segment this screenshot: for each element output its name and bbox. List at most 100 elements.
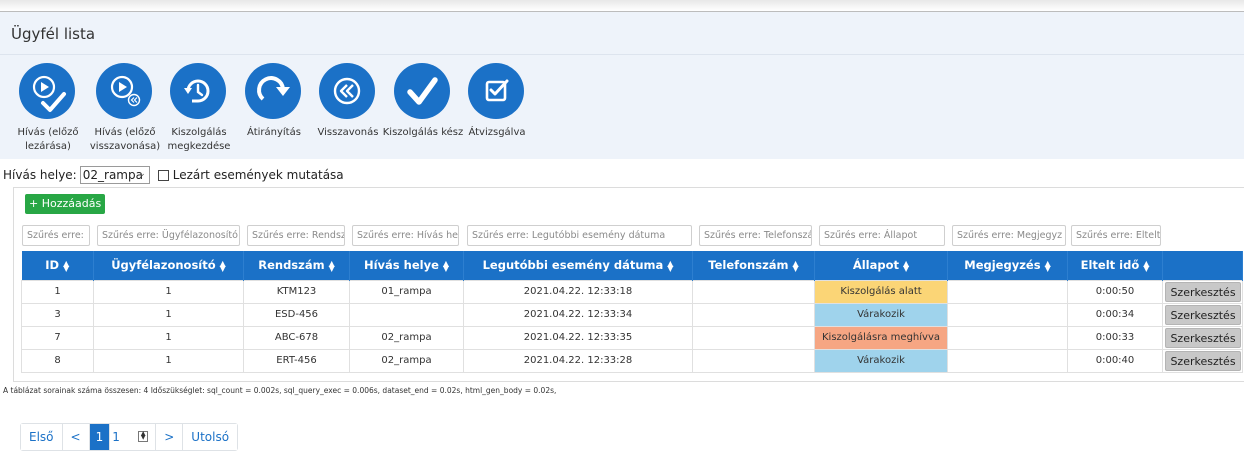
sort-icon: ▲ ▼ bbox=[442, 258, 450, 273]
edit-button[interactable]: Szerkesztés bbox=[1165, 327, 1241, 348]
service-done-button[interactable]: Kiszolgálás kész bbox=[383, 63, 463, 159]
cell-customer: 1 bbox=[93, 302, 244, 327]
filter-input-location[interactable]: Szűrés erre: Hívás he bbox=[352, 225, 459, 246]
location-select[interactable]: 02_rampa ⌄ bbox=[79, 166, 150, 184]
cell-date: 2021.04.22. 12:33:35 bbox=[463, 325, 693, 350]
table-row[interactable]: 8 1 ERT-456 02_rampa 2021.04.22. 12:33:2… bbox=[21, 348, 1243, 373]
cell-elapsed: 0:00:34 bbox=[1067, 302, 1163, 327]
status-badge: Kiszolgálás alatt bbox=[814, 279, 948, 304]
cell-plate: ABC-678 bbox=[243, 325, 350, 350]
cell-location: 02_rampa bbox=[349, 325, 464, 350]
location-select-value: 02_rampa bbox=[82, 168, 143, 182]
cell-elapsed: 0:00:33 bbox=[1067, 325, 1163, 350]
cell-id: 3 bbox=[21, 302, 94, 327]
pager-first-button[interactable]: Első bbox=[21, 424, 63, 450]
title-bar: Ügyfél lista bbox=[0, 12, 1244, 55]
edit-button[interactable]: Szerkesztés bbox=[1165, 350, 1241, 371]
play-rewind-icon bbox=[96, 63, 152, 119]
filter-input-plate[interactable]: Szűrés erre: Rendsz bbox=[247, 225, 345, 246]
cell-note bbox=[947, 325, 1068, 350]
call-close-previous-label: Hívás (előző lezárása) bbox=[17, 127, 79, 152]
pagination: Első < 1 1 ▲ ▼ > Utolsó bbox=[20, 423, 239, 451]
cell-date: 2021.04.22. 12:33:34 bbox=[463, 302, 693, 327]
column-header-actions bbox=[1162, 251, 1243, 280]
sort-icon: ▲ ▼ bbox=[792, 258, 799, 273]
pager-last-button[interactable]: Utolsó bbox=[183, 424, 238, 450]
check-icon bbox=[394, 63, 450, 119]
column-header-elapsed[interactable]: Eltelt idő ▲ ▼ bbox=[1067, 251, 1163, 280]
cell-phone bbox=[692, 348, 815, 373]
column-header-id[interactable]: ID ▲ ▼ bbox=[21, 251, 94, 280]
sort-icon: ▲ ▼ bbox=[1044, 258, 1051, 273]
cell-phone bbox=[692, 325, 815, 350]
cell-phone bbox=[692, 279, 815, 304]
cell-date: 2021.04.22. 12:33:18 bbox=[463, 279, 693, 304]
cell-plate: KTM123 bbox=[243, 279, 350, 304]
chevron-down-icon: ⌄ bbox=[138, 169, 146, 179]
show-closed-checkbox[interactable] bbox=[157, 169, 169, 181]
cell-plate: ERT-456 bbox=[243, 348, 350, 373]
cell-note bbox=[947, 302, 1068, 327]
column-header-plate[interactable]: Rendszám ▲ ▼ bbox=[243, 251, 350, 280]
cell-location: 01_rampa bbox=[349, 279, 464, 304]
column-header-phone[interactable]: Telefonszám ▲ ▼ bbox=[692, 251, 815, 280]
filter-input-date[interactable]: Szűrés erre: Legutóbbi esemény dátuma bbox=[467, 225, 692, 246]
filter-input-id[interactable]: Szűrés erre: bbox=[22, 225, 90, 246]
pager-current-page[interactable]: 1 bbox=[89, 424, 111, 450]
page-title: Ügyfél lista bbox=[11, 25, 96, 43]
pager-prev-button[interactable]: < bbox=[62, 424, 90, 450]
column-header-date[interactable]: Legutóbbi esemény dátuma ▲ ▼ bbox=[463, 251, 693, 280]
call-revert-previous-button[interactable]: Hívás (előző visszavonása) bbox=[90, 63, 160, 159]
column-header-status[interactable]: Állapot ▲ ▼ bbox=[814, 251, 948, 280]
customer-table: ID ▲ ▼ Ügyfélazonosító ▲ ▼ Rendszám ▲ ▼ Hívás … bbox=[21, 251, 1243, 373]
spinner-icon[interactable]: ▲ ▼ bbox=[138, 431, 149, 442]
clock-cycle-icon bbox=[170, 63, 226, 119]
filter-input-note[interactable]: Szűrés erre: Megjegyz bbox=[952, 225, 1066, 246]
cell-location bbox=[349, 302, 464, 327]
table-row[interactable]: 1 1 KTM123 01_rampa 2021.04.22. 12:33:18… bbox=[21, 279, 1243, 304]
cell-date: 2021.04.22. 12:33:28 bbox=[463, 348, 693, 373]
edit-button[interactable]: Szerkesztés bbox=[1165, 304, 1241, 325]
location-label: Hívás helye: bbox=[3, 168, 77, 182]
sort-icon: ▲ ▼ bbox=[903, 258, 910, 273]
checkbox-checked-icon bbox=[468, 63, 524, 119]
filter-input-customer[interactable]: Szűrés erre: Ügyfélazonosító bbox=[97, 225, 240, 246]
column-header-customer[interactable]: Ügyfélazonosító ▲ ▼ bbox=[93, 251, 244, 280]
start-service-button[interactable]: Kiszolgálás megkezdése bbox=[164, 63, 234, 159]
status-badge: Várakozik bbox=[814, 302, 948, 327]
call-revert-previous-label: Hívás (előző visszavonása) bbox=[89, 127, 161, 152]
reviewed-label: Átvizsgálva bbox=[468, 127, 526, 138]
pager-next-button[interactable]: > bbox=[156, 424, 184, 450]
cell-note bbox=[947, 279, 1068, 304]
redirect-button[interactable]: Átirányítás bbox=[239, 63, 309, 159]
cell-id: 8 bbox=[21, 348, 94, 373]
table-row[interactable]: 7 1 ABC-678 02_rampa 2021.04.22. 12:33:3… bbox=[21, 325, 1243, 350]
sort-icon: ▲ ▼ bbox=[667, 258, 674, 273]
page-number-input[interactable]: 1 ▲ ▼ bbox=[110, 424, 157, 450]
call-close-previous-button[interactable]: Hívás (előző lezárása) bbox=[13, 63, 83, 159]
table-row[interactable]: 3 1 ESD-456 2021.04.22. 12:33:34 Várakoz… bbox=[21, 302, 1243, 327]
table-stats: A táblázat sorainak száma összesen: 4 Id… bbox=[3, 386, 557, 395]
revert-button[interactable]: Visszavonás bbox=[313, 63, 383, 159]
filter-input-phone[interactable]: Szűrés erre: Telefonszá bbox=[699, 225, 812, 246]
filter-input-elapsed[interactable]: Szűrés erre: Eltelt bbox=[1071, 225, 1161, 246]
edit-button[interactable]: Szerkesztés bbox=[1165, 281, 1241, 302]
cell-location: 02_rampa bbox=[349, 348, 464, 373]
column-header-location[interactable]: Hívás helye ▲ ▼ bbox=[349, 251, 464, 280]
show-closed-label: Lezárt események mutatása bbox=[172, 168, 344, 182]
cell-id: 1 bbox=[21, 279, 94, 304]
sort-icon: ▲ ▼ bbox=[219, 258, 226, 273]
page-number-value: 1 bbox=[112, 430, 120, 444]
reviewed-button[interactable]: Átvizsgálva bbox=[462, 63, 532, 159]
cell-note bbox=[947, 348, 1068, 373]
start-service-label: Kiszolgálás megkezdése bbox=[167, 127, 231, 152]
status-badge: Várakozik bbox=[814, 348, 948, 373]
sort-icon: ▲ ▼ bbox=[1143, 258, 1150, 273]
table-header-row: ID ▲ ▼ Ügyfélazonosító ▲ ▼ Rendszám ▲ ▼ Hívás … bbox=[21, 251, 1243, 280]
column-header-note[interactable]: Megjegyzés ▲ ▼ bbox=[947, 251, 1068, 280]
cell-customer: 1 bbox=[93, 325, 244, 350]
cell-phone bbox=[692, 302, 815, 327]
cell-id: 7 bbox=[21, 325, 94, 350]
filter-input-status[interactable]: Szűrés erre: Állapot bbox=[819, 225, 945, 246]
add-button[interactable]: + Hozzáadás bbox=[25, 194, 106, 214]
